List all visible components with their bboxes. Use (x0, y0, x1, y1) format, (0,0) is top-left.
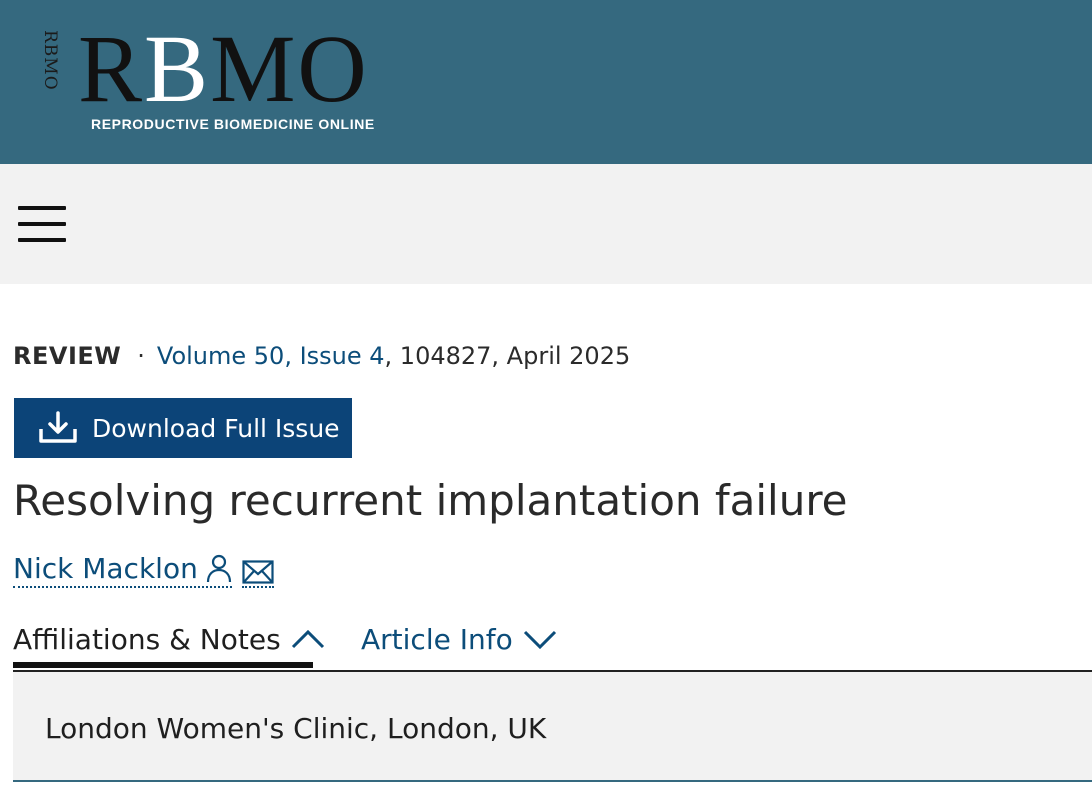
chevron-down-icon (523, 630, 556, 649)
meta-separator: · (137, 342, 145, 370)
affiliations-panel: London Women's Clinic, London, UK (13, 672, 1092, 782)
email-author-link[interactable] (241, 560, 274, 588)
author-list: Nick Macklon (13, 552, 274, 588)
logo-vertical-text: RBMO (40, 30, 60, 91)
site-header-banner: RBMO RBMO REPRODUCTIVE BIOMEDICINE ONLIN… (0, 0, 1092, 164)
chevron-up-icon (291, 629, 324, 649)
article-title: Resolving recurrent implantation failure (13, 476, 848, 525)
article-type: REVIEW (13, 342, 122, 370)
person-icon (206, 554, 231, 582)
tab-affiliations-label: Affiliations & Notes (13, 622, 281, 656)
download-button-label: Download Full Issue (92, 413, 340, 443)
logo-wordmark: RBMO (78, 15, 369, 122)
citation-details: , 104827, April 2025 (384, 342, 631, 370)
envelope-icon (242, 560, 274, 584)
nav-bar (0, 164, 1092, 284)
download-full-issue-button[interactable]: Download Full Issue (14, 398, 352, 458)
tab-article-info-label: Article Info (361, 622, 513, 656)
author-link[interactable]: Nick Macklon (13, 552, 232, 588)
author-name: Nick Macklon (13, 552, 198, 585)
tab-affiliations-notes[interactable]: Affiliations & Notes (13, 616, 325, 662)
article-tabs: Affiliations & Notes Article Info (13, 616, 1092, 672)
download-icon (39, 411, 77, 443)
tab-article-info[interactable]: Article Info (361, 616, 557, 662)
active-tab-indicator (13, 662, 313, 668)
rbmo-logo[interactable]: RBMO RBMO (40, 15, 369, 122)
logo-subtitle: REPRODUCTIVE BIOMEDICINE ONLINE (91, 116, 375, 132)
affiliation-item: London Women's Clinic, London, UK (45, 712, 547, 745)
volume-issue-link[interactable]: Volume 50, Issue 4 (157, 342, 385, 370)
article-header: REVIEW · Volume 50, Issue 4, 104827, April… (0, 284, 1092, 812)
hamburger-menu-icon[interactable] (18, 206, 66, 244)
article-meta: REVIEW · Volume 50, Issue 4, 104827, April… (13, 342, 630, 370)
